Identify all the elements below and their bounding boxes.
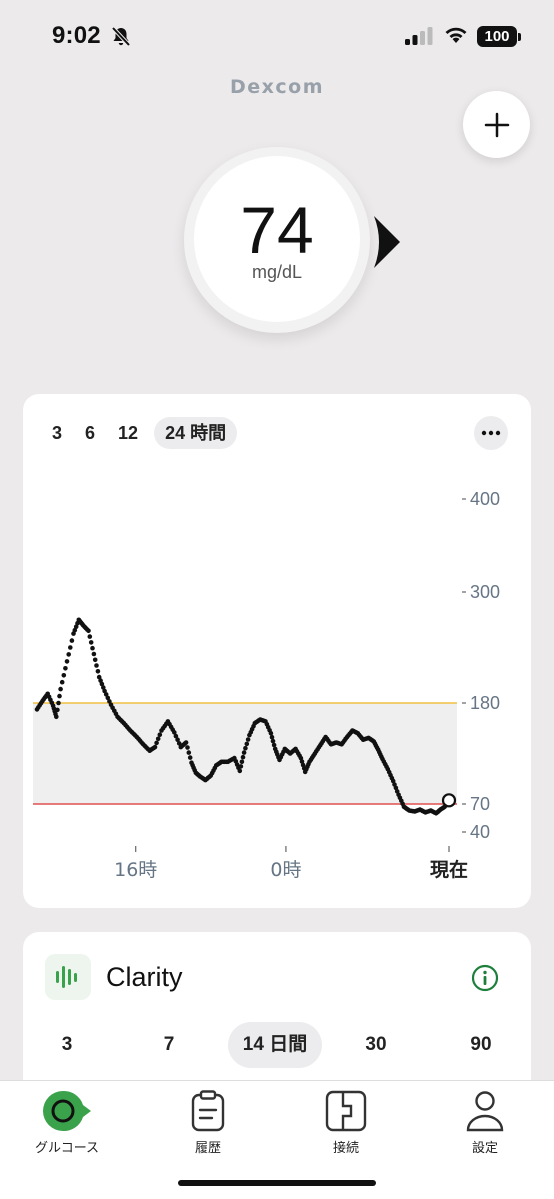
nav-connections-label: 接続 <box>332 1140 359 1155</box>
nav-history[interactable]: 履歴 <box>153 1089 263 1156</box>
status-time: 9:02 <box>52 22 101 49</box>
tab-clarity-90[interactable]: 90 <box>459 1022 503 1068</box>
battery-icon: 100 <box>477 26 517 47</box>
glucose-point <box>90 645 95 651</box>
glucose-point <box>55 707 60 713</box>
y-tick-label: 400 <box>470 489 500 509</box>
glucose-point <box>64 659 70 664</box>
glucose-chart[interactable]: 400 300 180 70 40 16時 0時 現在 <box>23 394 531 908</box>
glucose-point <box>269 734 275 740</box>
profile-icon <box>466 1091 504 1132</box>
y-tick-label: 40 <box>470 822 490 842</box>
glucose-point <box>68 645 73 650</box>
y-tick-label: 300 <box>470 582 500 602</box>
tab-clarity-14[interactable]: 14 日間 <box>228 1022 322 1068</box>
clarity-app-icon <box>45 954 91 1000</box>
connections-icon <box>325 1090 367 1132</box>
status-bar: 9:02 100 <box>0 0 554 70</box>
current-reading-marker <box>441 793 457 808</box>
glucose-point <box>69 638 75 643</box>
glucose-point <box>61 673 67 678</box>
info-icon[interactable] <box>471 964 499 992</box>
glucose-point <box>88 640 94 645</box>
tab-clarity-3[interactable]: 3 <box>45 1022 89 1068</box>
tab-clarity-7[interactable]: 7 <box>147 1022 191 1068</box>
tab-clarity-30[interactable]: 30 <box>354 1022 398 1068</box>
glucose-point <box>268 731 274 736</box>
glucose-point <box>243 745 248 751</box>
glucose-point <box>87 634 93 639</box>
glucose-unit: mg/dL <box>251 262 303 282</box>
history-icon <box>191 1090 225 1132</box>
glucose-point <box>241 750 247 755</box>
clarity-title: Clarity <box>106 962 183 992</box>
nav-settings-label: 設定 <box>471 1140 498 1155</box>
glucose-point <box>92 657 98 663</box>
glucose-point <box>57 693 62 699</box>
x-tick-label: 16時 <box>114 859 157 881</box>
x-tick-label: 0時 <box>270 859 301 881</box>
glucose-point <box>186 750 192 755</box>
plus-icon <box>484 112 509 137</box>
glucose-point <box>187 755 193 760</box>
glucose-point <box>86 628 91 634</box>
home-indicator <box>178 1180 376 1186</box>
nav-glucose-label: グルコース <box>34 1140 100 1155</box>
glucose-point <box>154 740 159 746</box>
battery-nub <box>518 33 521 41</box>
x-tick-label: 現在 <box>430 858 468 881</box>
glucose-point <box>183 740 189 745</box>
glucose-point <box>58 686 63 692</box>
glucose-point <box>54 714 59 720</box>
glucose-point <box>245 737 251 742</box>
nav-connections[interactable]: 接続 <box>291 1089 401 1156</box>
y-tick-label: 70 <box>470 794 490 814</box>
brand-logo: Dexcom <box>229 76 325 98</box>
glucose-point <box>94 663 99 668</box>
glucose-point <box>155 736 161 742</box>
nav-history-label: 履歴 <box>194 1140 221 1155</box>
glucose-point <box>244 741 250 747</box>
glucose-point <box>185 745 190 750</box>
glucose-point <box>95 669 101 674</box>
glucose-point <box>237 768 243 774</box>
glucose-point <box>238 764 244 769</box>
glucose-point <box>157 732 163 737</box>
silent-bell-icon <box>111 26 131 47</box>
wifi-icon <box>445 27 467 43</box>
glucose-point <box>240 754 246 760</box>
glucose-point <box>271 742 277 748</box>
nav-settings[interactable]: 設定 <box>430 1089 540 1156</box>
glucose-point <box>270 738 276 744</box>
glucose-value: 74 <box>240 193 314 267</box>
cellular-signal-icon <box>405 27 433 45</box>
y-tick-label: 180 <box>470 693 500 713</box>
glucose-point <box>63 666 68 671</box>
add-event-button[interactable] <box>463 91 530 158</box>
glucose-point <box>66 652 71 657</box>
glucose-point <box>91 651 97 657</box>
glucose-point <box>239 759 245 765</box>
glucose-point <box>56 700 61 706</box>
glucose-point <box>152 744 158 750</box>
glucose-point <box>59 679 65 685</box>
trend-arrow-icon <box>374 216 400 268</box>
clarity-range-tabs: 3 7 14 日間 30 90 <box>23 1022 531 1068</box>
nav-glucose[interactable]: グルコース <box>12 1089 122 1156</box>
glucose-icon <box>43 1090 91 1132</box>
glucose-chart-card: 3 6 12 24 時間 400 300 180 70 40 16時 0時 現在 <box>23 394 531 908</box>
